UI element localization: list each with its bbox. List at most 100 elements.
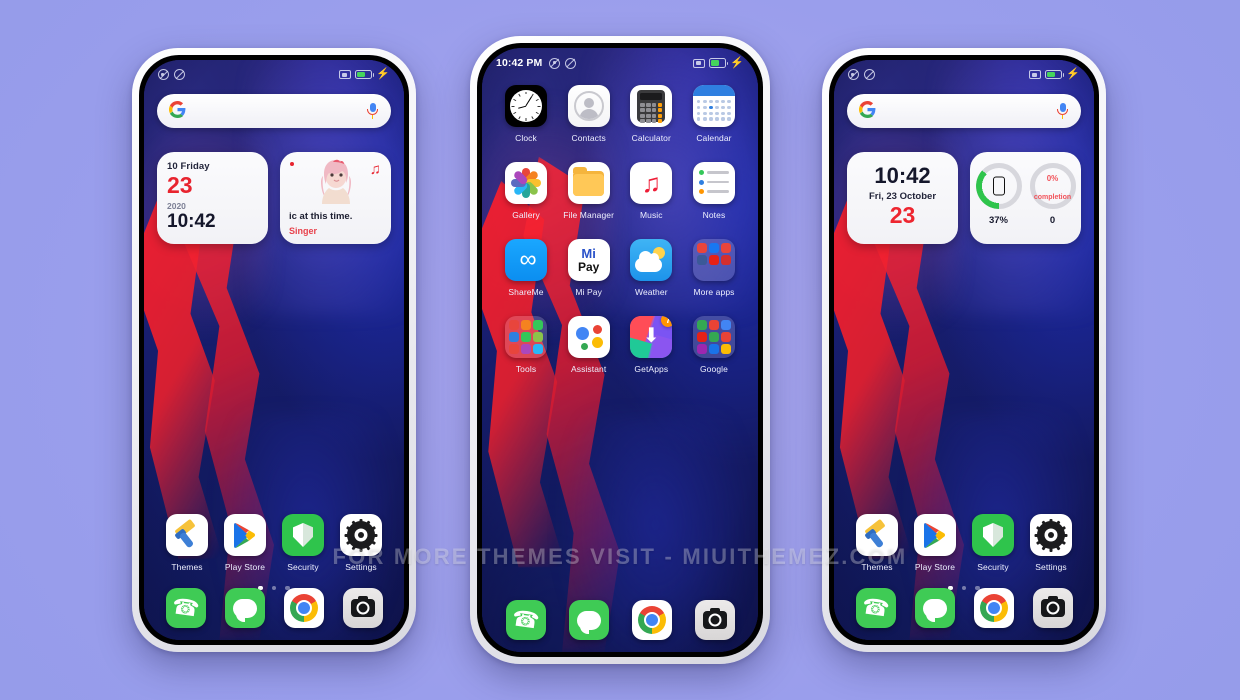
app-label: Gallery [512,210,540,220]
camera-icon[interactable] [1032,588,1073,628]
messages-icon[interactable] [914,588,955,628]
app-label: Calendar [696,133,732,143]
app-play-store[interactable]: Play Store [219,514,271,572]
messages-icon[interactable] [224,588,265,628]
app-assistant[interactable]: Assistant [561,316,617,374]
app-label: Notes [702,210,726,220]
app-tools[interactable]: Tools [498,316,554,374]
app-themes[interactable]: Themes [161,514,213,572]
app-label: Calculator [631,133,671,143]
getapps-badge: 7 [661,316,673,327]
phone-left: ⚡ 10 Friday 23 2020 10:42 ♫ ic at this t… [132,48,416,652]
google-search-bar[interactable] [847,94,1081,128]
app-file-manager[interactable]: File Manager [561,162,617,220]
app-label: Contacts [571,133,606,143]
app-settings[interactable]: Settings [335,514,387,572]
app-music[interactable]: ♫ Music [623,162,679,220]
phone-icon[interactable]: ☎ [505,600,546,640]
google-g-logo [859,101,876,121]
app-play-store[interactable]: Play Store [909,514,961,572]
hotseat-row-left: Themes Play Store Security Settings [144,514,404,572]
google-assistant-icon [567,316,610,358]
app-contacts[interactable]: Contacts [561,85,617,143]
app-shareme[interactable]: ∞ ShareMe [498,239,554,297]
widget-time: 10:42 [167,211,216,233]
battery-icon [1045,69,1065,80]
settings-icon [340,514,382,556]
app-security[interactable]: Security [277,514,329,572]
app-gallery[interactable]: Gallery [498,162,554,220]
app-clock[interactable]: Clock [498,85,554,143]
voice-search-mic-icon[interactable] [1056,102,1069,120]
widget-time: 10:42 [874,163,931,188]
app-more-apps[interactable]: More apps [686,239,742,297]
voice-search-mic-icon[interactable] [366,102,379,120]
app-themes[interactable]: Themes [851,514,903,572]
camera-icon[interactable] [694,600,735,640]
dnd-icon [174,69,185,80]
completion-percent: 0% [1046,174,1059,183]
app-mi-pay[interactable]: Mi Pay Mi Pay [561,239,617,297]
app-calendar[interactable]: Calendar [686,85,742,143]
widget-day-of-week: 10 Friday [167,161,210,172]
screenshot-icon [1029,70,1042,79]
charging-bolt-icon: ⚡ [730,56,744,69]
phone-battery-icon [992,176,1005,196]
settings-icon [1030,514,1072,556]
weather-icon [630,239,673,281]
music-icon: ♫ [630,162,673,204]
clock-date-widget[interactable]: 10:42 Fri, 23 October 23 [847,152,958,244]
app-label: Play Store [224,562,266,572]
app-grid: Clock Contacts Calculator Calendar Galle… [482,69,758,374]
mute-icon [158,69,169,80]
dock-left: ☎ [144,588,404,628]
app-label: File Manager [563,210,615,220]
mi-pay-text-mi: Mi [581,245,596,261]
phone-icon[interactable]: ☎ [855,588,896,628]
music-widget[interactable]: ♫ ic at this time. Singer [280,152,391,244]
phone-icon[interactable]: ☎ [165,588,206,628]
app-security[interactable]: Security [967,514,1019,572]
themes-icon [166,514,208,556]
phone-screen-left: ⚡ 10 Friday 23 2020 10:42 ♫ ic at this t… [144,60,404,640]
app-getapps[interactable]: ⬇ 7 GetApps [623,316,679,374]
clock-date-widget[interactable]: 10 Friday 23 2020 10:42 [157,152,268,244]
clock-icon [505,85,547,127]
app-label: Assistant [570,364,607,374]
google-folder-icon [692,316,735,358]
app-label: Weather [634,287,668,297]
app-calculator[interactable]: Calculator [623,85,679,143]
app-label: Themes [171,562,203,572]
chrome-icon[interactable] [973,588,1014,628]
app-notes[interactable]: Notes [686,162,742,220]
stats-rings-widget[interactable]: 37% 0% completion 0 [970,152,1081,244]
app-settings[interactable]: Settings [1025,514,1077,572]
widget-day-number: 23 [167,172,193,198]
dock-center: ☎ [482,600,758,640]
more-apps-folder-icon [692,239,735,281]
play-store-icon [914,514,956,556]
widget-date: Fri, 23 October [868,191,937,203]
app-weather[interactable]: Weather [623,239,679,297]
camera-icon[interactable] [342,588,383,628]
app-label: Tools [515,364,537,374]
app-label: Music [639,210,663,220]
chrome-icon[interactable] [283,588,324,628]
getapps-icon: ⬇ 7 [630,316,673,358]
chrome-icon[interactable] [631,600,672,640]
app-label: Security [977,562,1009,572]
dock-right: ☎ [834,588,1094,628]
app-google-folder[interactable]: Google [686,316,742,374]
google-search-bar[interactable] [157,94,391,128]
status-bar: 10:42 PM ⚡ [482,48,758,69]
status-bar-time: 10:42 PM [496,57,543,69]
themes-icon [856,514,898,556]
completion-ring-label: 0 [1049,215,1056,226]
battery-ring: 37% [975,163,1022,226]
completion-ring: 0% completion 0 [1029,163,1076,226]
messages-icon[interactable] [568,600,609,640]
app-row: ∞ ShareMe Mi Pay Mi Pay Weather More app… [498,239,742,297]
app-label: ShareMe [508,287,544,297]
battery-icon [709,58,729,68]
completion-word: completion [1033,194,1072,201]
